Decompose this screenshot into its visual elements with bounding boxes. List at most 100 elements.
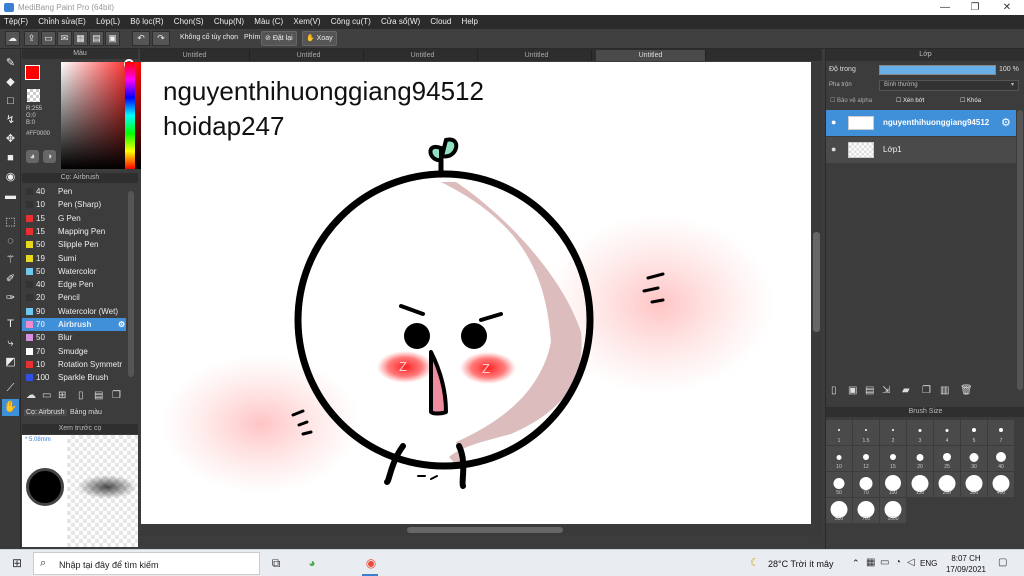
taskbar-search[interactable]: ⌕ Nhập tại đây để tìm kiếm: [33, 552, 260, 575]
menu-file[interactable]: Tệp(F): [0, 15, 32, 28]
tab-brush[interactable]: Cọ: Airbrush: [24, 409, 67, 416]
blend-mode-select[interactable]: Bình thường ▾: [879, 80, 1019, 91]
brush-size-cell[interactable]: 1000: [880, 498, 906, 523]
visibility-eye-icon[interactable]: ●: [831, 144, 836, 154]
vscroll-thumb[interactable]: [813, 232, 820, 332]
brush-size-cell[interactable]: 12: [853, 446, 879, 471]
brush-item[interactable]: 15 G Pen: [22, 212, 126, 225]
foreground-color-swatch[interactable]: [25, 65, 40, 80]
new-halftone-layer-icon[interactable]: ▣: [848, 385, 857, 396]
brush-size-cell[interactable]: 150: [907, 472, 933, 497]
lock-checkbox[interactable]: ☐ Khóa: [960, 97, 981, 104]
menu-snap[interactable]: Chụp(N): [210, 15, 248, 28]
layout-icon[interactable]: ▣: [105, 31, 120, 46]
opacity-slider[interactable]: [879, 65, 996, 75]
duplicate-brush-icon[interactable]: ❐: [112, 390, 121, 401]
text-tool-icon[interactable]: T: [2, 316, 19, 333]
brush-settings-gear-icon[interactable]: ⚙: [118, 318, 125, 331]
ruler-icon[interactable]: ▤: [89, 31, 104, 46]
brush-item[interactable]: 50 Slipple Pen: [22, 238, 126, 251]
clock[interactable]: 8:07 CH 17/09/2021: [942, 553, 990, 575]
task-view-icon[interactable]: ⧉: [268, 555, 284, 571]
brush-item[interactable]: 10 Pen (Sharp): [22, 198, 126, 211]
tab-palette[interactable]: Bảng màu: [70, 409, 102, 416]
operation-tool-icon[interactable]: ⤷: [2, 335, 19, 352]
canvas-tab-3[interactable]: Untitled: [368, 50, 478, 61]
brush-size-cell[interactable]: 7: [988, 420, 1014, 445]
brush-size-cell[interactable]: 3: [907, 420, 933, 445]
chrome-icon[interactable]: ◉: [363, 555, 379, 571]
brush-item[interactable]: 20 Pencil: [22, 291, 126, 304]
brush-item[interactable]: 50 Watercolor: [22, 265, 126, 278]
menu-tools[interactable]: Công cụ(T): [327, 15, 375, 28]
layer-name[interactable]: nguyenthihuonggiang94512: [883, 118, 1003, 127]
menu-help[interactable]: Help: [458, 15, 482, 28]
brush-item[interactable]: 10 Rotation Symmetr: [22, 358, 126, 371]
visibility-eye-icon[interactable]: ●: [831, 117, 836, 127]
fill-rect-tool-icon[interactable]: ■: [2, 150, 19, 167]
brush-item[interactable]: 15 Mapping Pen: [22, 225, 126, 238]
minimize-button[interactable]: —: [930, 1, 960, 14]
brush-size-cell[interactable]: 15: [880, 446, 906, 471]
dot-pen-tool-icon[interactable]: ↯: [2, 112, 19, 129]
canvas-vertical-scrollbar[interactable]: [811, 62, 822, 537]
brush-size-cell[interactable]: 700: [853, 498, 879, 523]
gear-icon[interactable]: ⚙: [1001, 116, 1011, 129]
weather-text[interactable]: 28°C Trời ít mây: [768, 559, 834, 569]
bucket-tool-icon[interactable]: ◉: [2, 169, 19, 186]
new-brush-icon[interactable]: ⊞: [58, 390, 66, 401]
clipping-checkbox[interactable]: ☐ Xén bớt: [896, 97, 924, 104]
export-icon[interactable]: ⇪: [24, 31, 39, 46]
brush-size-cell[interactable]: 4: [934, 420, 960, 445]
hand-tool-icon[interactable]: ✋: [2, 399, 19, 416]
brush-size-cell[interactable]: 50: [826, 472, 852, 497]
chat-icon[interactable]: ✉: [57, 31, 72, 46]
layer-row-selected[interactable]: ● nguyenthihuonggiang94512 ⚙: [826, 110, 1016, 136]
brush-size-cell[interactable]: 10: [826, 446, 852, 471]
brush-item[interactable]: 70 Smudge: [22, 345, 126, 358]
brush-size-cell[interactable]: 30: [961, 446, 987, 471]
new-folder-icon[interactable]: ▰: [902, 385, 910, 396]
rotate-button[interactable]: ✋ Xoay: [302, 31, 337, 46]
brush-item[interactable]: 50 Blur: [22, 331, 126, 344]
brush-size-cell[interactable]: 500: [826, 498, 852, 523]
menu-cloud[interactable]: Cloud: [426, 15, 455, 28]
brush-item[interactable]: 40 Edge Pen: [22, 278, 126, 291]
transparent-swatch[interactable]: [27, 89, 40, 102]
merge-down-icon[interactable]: ▥: [940, 385, 949, 396]
menu-select[interactable]: Chọn(S): [170, 15, 208, 28]
select-pen-tool-icon[interactable]: ✐: [2, 271, 19, 288]
canvas-tab-4[interactable]: Untitled: [482, 50, 592, 61]
undo-icon[interactable]: ↶: [132, 31, 150, 46]
comment-icon[interactable]: ▭: [41, 31, 56, 46]
tray-app-icon[interactable]: ▦: [866, 557, 875, 568]
brush-tool-icon[interactable]: ✎: [2, 55, 19, 72]
canvas-tab-2[interactable]: Untitled: [254, 50, 364, 61]
copy-brush-icon[interactable]: ▯: [78, 390, 84, 401]
brush-item[interactable]: 19 Sumi: [22, 252, 126, 265]
brush-list-scrollbar[interactable]: [128, 191, 134, 377]
brush-size-cell[interactable]: 20: [907, 446, 933, 471]
brush-item[interactable]: 90 Watercolor (Wet): [22, 305, 126, 318]
redo-icon[interactable]: ↷: [152, 31, 170, 46]
protect-alpha-checkbox[interactable]: ☐ Bảo vệ alpha: [830, 97, 872, 104]
layer-name[interactable]: Lớp1: [883, 145, 902, 154]
brush-item[interactable]: 40 Pen: [22, 185, 126, 198]
add-brush-icon[interactable]: ▭: [42, 390, 51, 401]
layer-scrollbar[interactable]: [1017, 110, 1023, 390]
select-eraser-tool-icon[interactable]: ✑: [2, 290, 19, 307]
shape-tool-icon[interactable]: □: [2, 93, 19, 110]
eyedropper-tool-icon[interactable]: ⟋: [2, 380, 19, 397]
divide-tool-icon[interactable]: ◩: [2, 354, 19, 371]
drawing-canvas[interactable]: nguyenthihuonggiang94512 hoidap247 Z Z: [141, 62, 811, 524]
menu-layer[interactable]: Lớp(L): [92, 15, 124, 28]
language-indicator[interactable]: ENG: [920, 559, 937, 568]
hue-slider[interactable]: [125, 62, 135, 169]
brush-size-cell[interactable]: 200: [934, 472, 960, 497]
flip-button[interactable]: ⊘ Đặt lại: [261, 31, 297, 46]
network-icon[interactable]: ◔: [895, 557, 901, 568]
brush-item[interactable]: 100 Sparkle Brush: [22, 371, 126, 384]
windows-start-icon[interactable]: ⊞: [9, 555, 25, 571]
canvas-tab-5[interactable]: Untitled: [596, 50, 706, 61]
cloud-brush-icon[interactable]: ☁: [26, 390, 36, 401]
